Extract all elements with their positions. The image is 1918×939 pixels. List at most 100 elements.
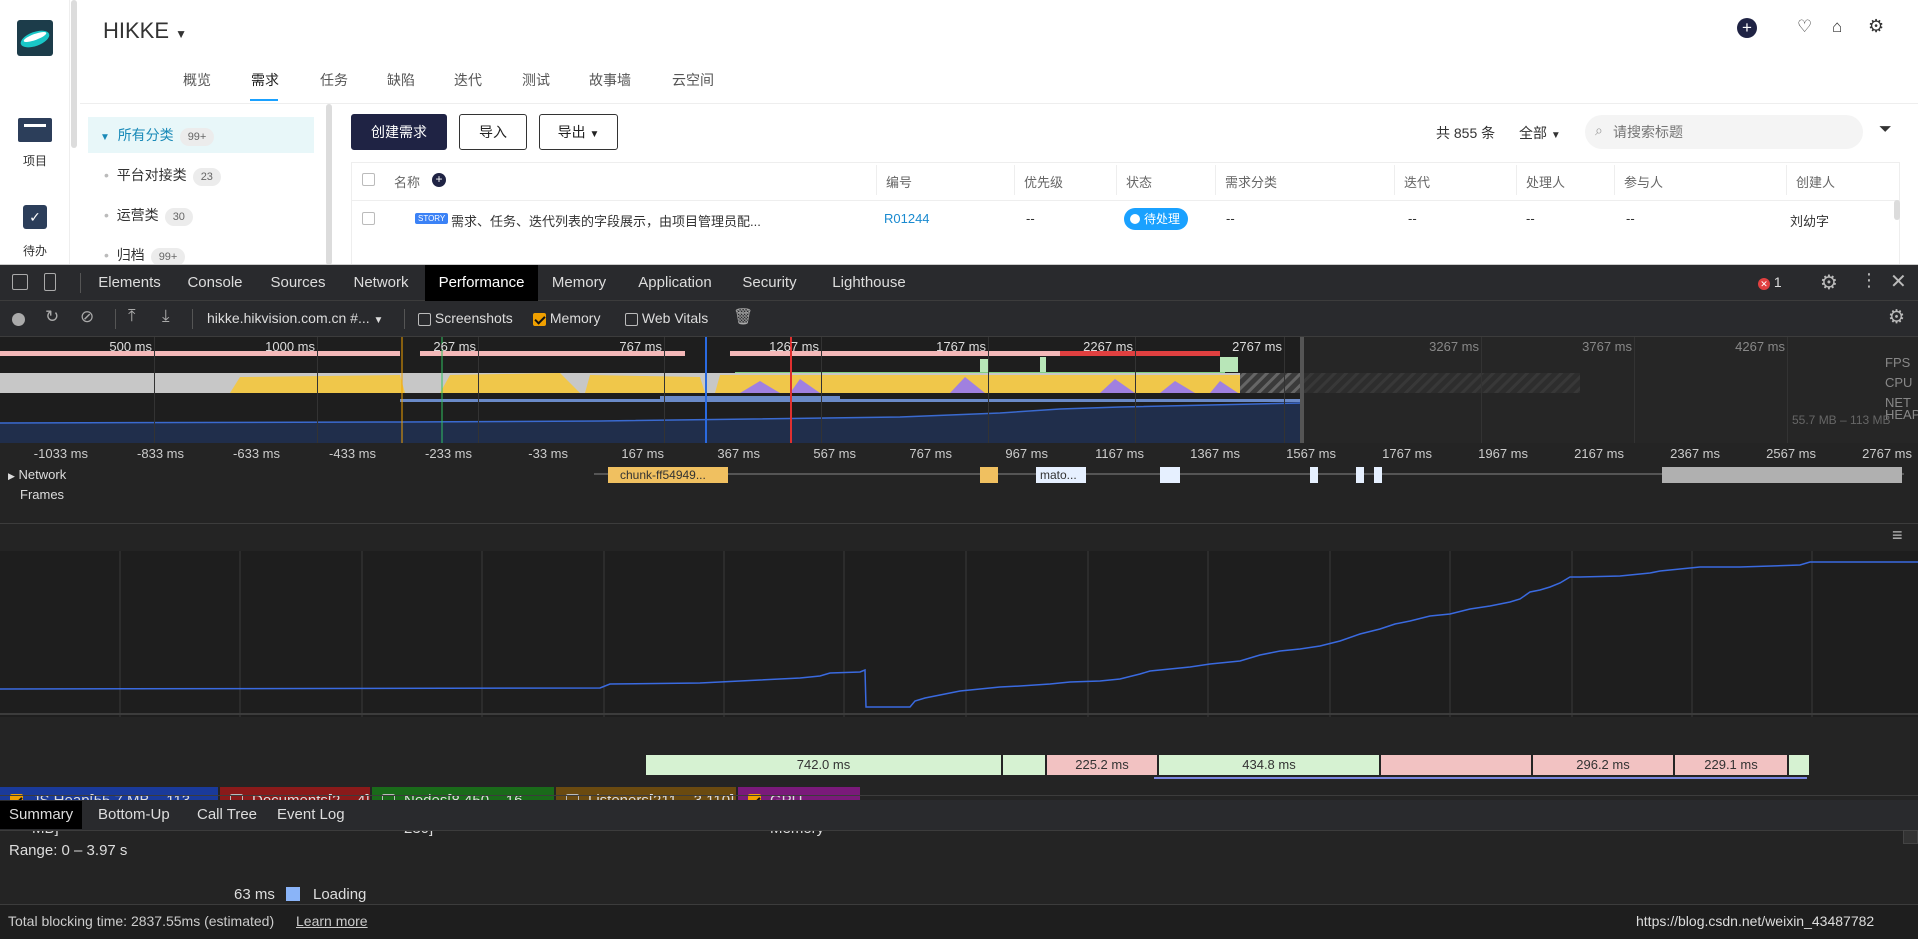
screenshots-checkbox[interactable] [418,312,431,326]
row-title[interactable]: 需求、任务、迭代列表的字段展示，由项目管理员配... [451,211,761,230]
devtools-tab-sources[interactable]: Sources [260,265,336,301]
create-requirement-button[interactable]: 创建需求 [351,114,447,150]
add-column-icon[interactable]: + [432,173,446,187]
screenshots-toggle[interactable]: Screenshots [418,310,513,326]
column-header[interactable]: 参与人 [1624,172,1663,191]
column-header[interactable]: 需求分类 [1225,172,1277,191]
frame-block[interactable] [1381,755,1531,775]
search-box[interactable]: ⌕ [1585,115,1863,149]
search-input[interactable] [1613,121,1853,143]
table-scrollbar[interactable] [1894,200,1900,220]
record-icon[interactable] [12,313,25,326]
add-icon[interactable]: + [1737,18,1757,38]
devtools-tab-application[interactable]: Application [625,265,725,301]
devtools-tab-security[interactable]: Security [731,265,808,301]
frame-block[interactable] [1789,755,1809,775]
column-header[interactable]: 处理人 [1526,172,1565,191]
tab-1[interactable]: 需求 [251,70,279,90]
upload-icon[interactable]: ⤒ [128,306,136,326]
settings-icon[interactable]: ⚙ [1820,270,1838,295]
devtools-tab-memory[interactable]: Memory [541,265,617,301]
error-indicator[interactable]: ✕ 1 [1758,274,1782,290]
memory-checkbox[interactable] [533,312,546,326]
recording-target-select[interactable]: hikke.hikvision.com.cn #... ▼ [207,310,383,326]
reload-icon[interactable]: ↻ [45,307,59,327]
settings-icon[interactable]: ⚙ [1868,16,1884,37]
project-title[interactable]: HIKKE ▼ [103,18,187,44]
web-vitals-toggle[interactable]: Web Vitals [625,310,708,326]
tab-5[interactable]: 测试 [522,70,550,90]
app-logo[interactable] [17,20,53,56]
capture-settings-icon[interactable]: ⚙ [1888,306,1905,329]
network-request[interactable]: chunk-ff54949... [608,467,728,483]
tab-3[interactable]: 缺陷 [387,70,415,90]
devtools-tab-lighthouse[interactable]: Lighthouse [824,265,914,301]
timeline-overview[interactable]: 500 ms 1000 ms 267 ms 767 ms 1267 ms 1767 ms 2… [0,337,1918,443]
nav-label-todo[interactable]: 待办 [0,242,70,259]
devtools-tab-elements[interactable]: Elements [86,265,173,301]
column-header[interactable]: 状态 [1126,172,1152,191]
gift-icon[interactable]: ⌂ [1832,17,1842,37]
bottom-tab-bottom-up[interactable]: Bottom-Up [98,802,170,828]
devtools-tab-network[interactable]: Network [342,265,420,301]
bottom-tab-summary[interactable]: Summary [9,802,73,828]
frames-track[interactable]: Frames [0,485,1918,505]
category-all[interactable]: ▼ 所有分类 99+ [100,117,215,153]
category-archive[interactable]: • 归档 99+ [104,237,186,264]
nav-label-projects[interactable]: 项目 [0,152,70,169]
tab-2[interactable]: 任务 [320,70,348,90]
status-badge[interactable]: 待处理 [1124,208,1189,230]
timeline-tick: 767 ms [909,446,952,461]
frame-block[interactable] [1003,755,1045,775]
column-header[interactable]: 名称 [394,172,420,191]
frame-block[interactable]: 742.0 ms [646,755,1001,775]
tab-7[interactable]: 云空间 [672,70,714,90]
memory-toggle[interactable]: Memory [533,310,600,326]
network-track[interactable]: ▶ Network chunk-ff54949... mato... [0,465,1918,485]
inspect-element-icon[interactable] [12,274,28,290]
more-icon[interactable]: ⋮ [1860,270,1878,291]
tab-4[interactable]: 迭代 [454,70,482,90]
devtools-tab-performance[interactable]: Performance [425,265,538,301]
web-vitals-checkbox[interactable] [625,312,638,326]
column-header[interactable]: 优先级 [1024,172,1063,191]
trash-icon[interactable]: 🗑 [733,307,753,327]
row-checkbox[interactable] [362,212,375,225]
column-header[interactable]: 迭代 [1404,172,1430,191]
category-operations[interactable]: • 运营类 30 [104,197,193,233]
export-button[interactable]: 导出 ▼ [539,114,618,150]
close-icon[interactable]: ✕ [1890,269,1907,294]
download-icon[interactable]: ⤓ [162,306,170,326]
column-header[interactable]: 编号 [886,172,912,191]
network-track-label[interactable]: ▶ Network [8,467,66,482]
summary-scrollbar[interactable] [1903,830,1918,844]
tab-6[interactable]: 故事墙 [589,70,631,90]
frame-block[interactable]: 434.8 ms [1159,755,1379,775]
tab-0[interactable]: 概览 [183,70,211,90]
bottom-tab-call-tree[interactable]: Call Tree [197,802,257,828]
heart-icon[interactable]: ♡ [1797,17,1812,37]
todo-icon[interactable]: ✓ [23,205,47,229]
project-icon[interactable] [18,118,52,142]
sidebar-scrollbar[interactable] [71,0,77,148]
select-all-checkbox[interactable] [362,173,375,186]
category-scrollbar[interactable] [326,104,332,264]
row-id[interactable]: R01244 [884,211,930,226]
column-header[interactable]: 创建人 [1796,172,1835,191]
frame-block[interactable]: 296.2 ms [1533,755,1673,775]
devtools-tab-console[interactable]: Console [175,265,255,301]
clear-icon[interactable]: ⊘ [80,307,94,327]
category-platform[interactable]: • 平台对接类 23 [104,157,221,193]
filter-icon[interactable]: ⏷ [1879,121,1892,139]
frame-block[interactable]: 229.1 ms [1675,755,1787,775]
frame-block[interactable]: 225.2 ms [1047,755,1157,775]
learn-more-link[interactable]: Learn more [296,913,368,929]
frames-track-label[interactable]: Frames [20,487,64,502]
bottom-tab-event-log[interactable]: Event Log [277,802,345,828]
menu-icon[interactable]: ≡ [1892,525,1903,546]
device-toolbar-icon[interactable] [44,273,56,291]
import-button[interactable]: 导入 [459,114,527,150]
scope-select[interactable]: 全部 ▼ [1519,123,1561,143]
network-request[interactable]: mato... [1036,467,1086,483]
memory-chart[interactable] [0,551,1918,717]
